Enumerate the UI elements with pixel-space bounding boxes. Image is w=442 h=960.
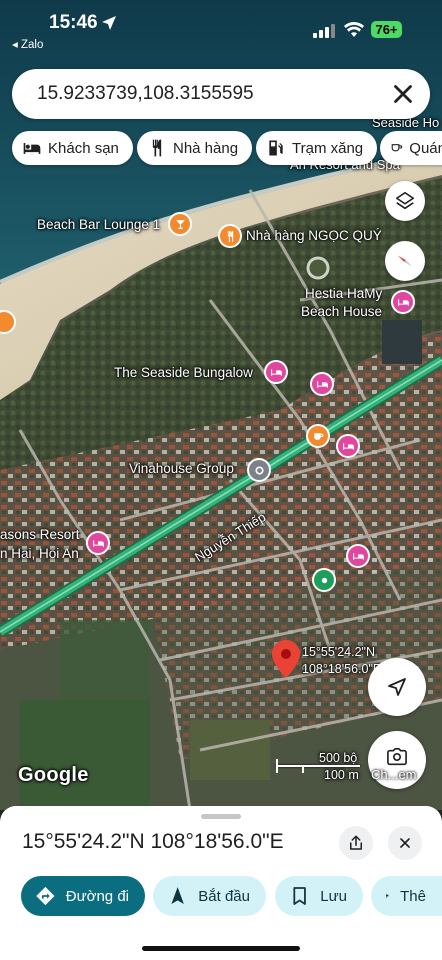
circle-dot-icon (254, 465, 264, 475)
cocktail-icon (175, 219, 185, 229)
restaurant-pin-icon[interactable] (218, 224, 242, 248)
search-bar[interactable]: 15.9233739,108.3155595 (12, 69, 430, 119)
coffee-icon (313, 432, 323, 440)
hotel-pin-icon[interactable] (391, 290, 415, 314)
cafe-pin-icon[interactable] (306, 424, 330, 448)
bed-icon (397, 298, 409, 306)
poi-label-seaside-bungalow[interactable]: The Seaside Bungalow (114, 365, 253, 380)
status-time: 15:46 (49, 12, 98, 33)
status-bar: 15:46 ◂ Zalo 76+ (0, 0, 442, 52)
close-icon[interactable] (388, 79, 418, 109)
poi-label-hestia-line1[interactable]: Hestia HaMy (305, 286, 382, 301)
fork-knife-icon (227, 230, 233, 242)
dot-icon (321, 577, 327, 583)
bed-icon (352, 552, 364, 560)
add-label-button[interactable]: Thê (371, 876, 442, 916)
layers-icon (395, 191, 415, 210)
poi-label-hestia-line2[interactable]: Beach House (301, 304, 382, 319)
scale-tick (276, 759, 278, 773)
screenshot-button-label: Ch...em (371, 767, 417, 782)
camera-icon (387, 748, 407, 766)
poi-label-beach-bar[interactable]: Beach Bar Lounge 1 (37, 217, 160, 232)
bed-icon (316, 380, 328, 388)
scale-label-feet: 500 bộ (319, 751, 358, 765)
share-button[interactable] (339, 826, 373, 860)
bar-pin-icon[interactable] (168, 212, 192, 236)
home-indicator (142, 946, 300, 951)
fork-knife-icon (152, 139, 162, 157)
place-pin-icon[interactable] (247, 458, 271, 482)
chip-hotels[interactable]: Khách sạn (12, 131, 133, 165)
place-title: 15°55'24.2"N 108°18'56.0"E (22, 830, 284, 853)
marker-coord-lng: 108°18'56.0"E (302, 662, 382, 676)
add-label-button-label: Thê (400, 887, 426, 905)
chip-restaurants[interactable]: Nhà hàng (137, 131, 253, 165)
chip-cafes[interactable]: Quán (380, 131, 442, 165)
start-button-label: Bắt đầu (198, 887, 250, 905)
bed-icon (342, 442, 354, 450)
close-icon (400, 838, 410, 848)
marker-coord-lat: 15°55'24.2"N (302, 645, 375, 659)
cellular-signal-icon (313, 24, 335, 38)
directions-icon (36, 886, 55, 906)
bookmark-icon (293, 887, 306, 905)
google-logo: Google (18, 764, 89, 786)
back-to-app-link[interactable]: ◂ Zalo (12, 37, 43, 51)
hotel-pin-icon[interactable] (336, 434, 360, 458)
hotel-pin-icon[interactable] (264, 360, 288, 384)
wifi-icon (344, 22, 364, 37)
chip-gas-stations-label: Trạm xăng (292, 139, 364, 157)
poi-label-vinahouse[interactable]: Vinahouse Group (129, 461, 234, 476)
scale-bar (276, 765, 360, 767)
navigation-arrow-icon (388, 678, 406, 696)
dropped-pin-marker-icon[interactable] (272, 640, 300, 678)
save-button-label: Lưu (320, 887, 347, 905)
compass-icon (397, 255, 413, 267)
start-button[interactable]: Bắt đầu (153, 876, 266, 916)
chip-restaurants-label: Nhà hàng (173, 139, 239, 157)
directions-button-label: Đường đi (65, 887, 129, 905)
scale-tick (302, 765, 304, 773)
search-input[interactable]: 15.9233739,108.3155595 (37, 83, 254, 105)
my-location-button[interactable] (368, 658, 426, 716)
hotel-pin-icon[interactable] (346, 544, 370, 568)
coffee-icon (391, 144, 403, 152)
layers-button[interactable] (385, 181, 425, 221)
sheet-drag-handle[interactable] (201, 814, 241, 819)
park-pin-icon[interactable] (312, 568, 336, 592)
gas-station-icon (269, 140, 283, 156)
bed-icon (23, 143, 41, 154)
flag-icon (386, 893, 389, 899)
bed-icon (270, 368, 282, 376)
poi-label-seasons-line1[interactable]: asons Resort (0, 527, 80, 542)
battery-indicator: 76+ (371, 21, 402, 38)
location-arrow-icon (102, 16, 116, 30)
chip-hotels-label: Khách sạn (48, 139, 119, 157)
hotel-pin-icon[interactable] (310, 372, 334, 396)
save-button[interactable]: Lưu (275, 876, 363, 916)
directions-button[interactable]: Đường đi (21, 876, 145, 916)
hotel-pin-icon[interactable] (86, 531, 110, 555)
compass-button[interactable] (385, 241, 425, 281)
poi-label-seasons-line2[interactable]: n Hai, Hoi An (0, 546, 79, 561)
navigation-arrow-icon (171, 887, 184, 904)
poi-label-ngoc-quy[interactable]: Nhà hàng NGỌC QUÝ (246, 228, 382, 243)
close-sheet-button[interactable] (388, 826, 422, 860)
share-icon (350, 835, 362, 850)
scale-label-meters: 100 m (324, 768, 359, 782)
bed-icon (92, 539, 104, 547)
chip-gas-stations[interactable]: Trạm xăng (256, 131, 378, 165)
chip-cafes-label: Quán (409, 139, 442, 157)
